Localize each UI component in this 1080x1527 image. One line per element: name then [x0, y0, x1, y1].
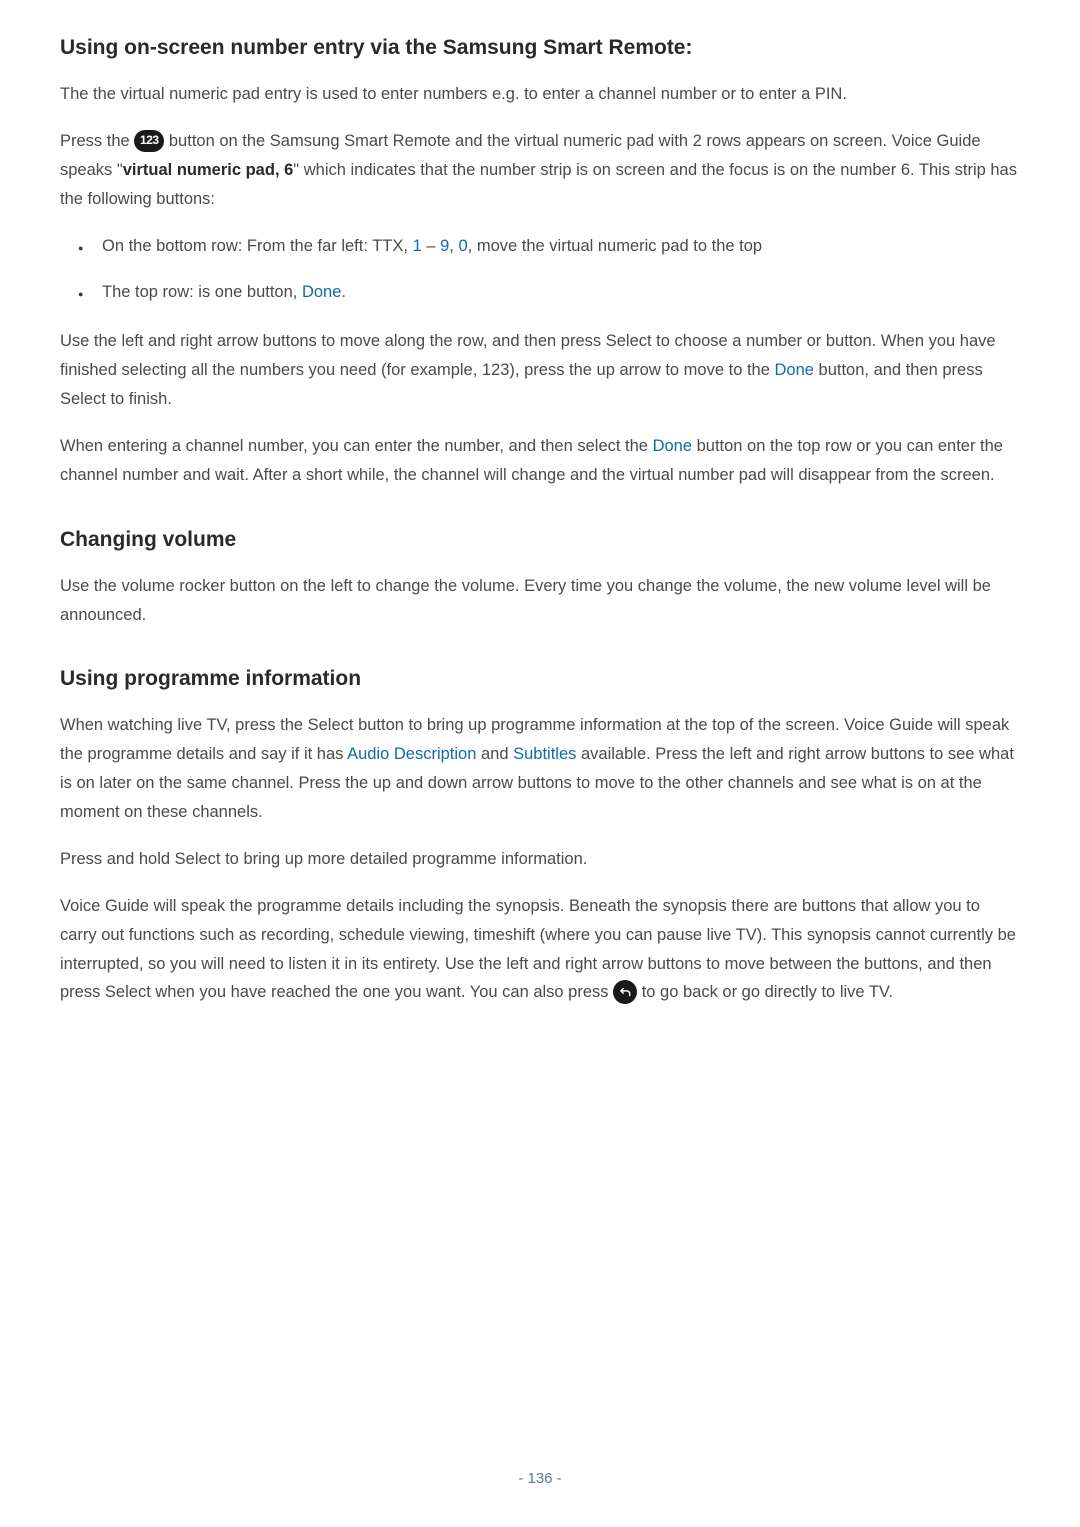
- section-heading-numeric-entry: Using on-screen number entry via the Sam…: [60, 36, 1020, 60]
- ui-label: 0: [458, 237, 467, 255]
- back-return-icon: [613, 980, 637, 1004]
- list-item: On the bottom row: From the far left: TT…: [102, 232, 1020, 261]
- ui-label: 1: [413, 237, 422, 255]
- text: On the bottom row: From the far left: TT…: [102, 237, 413, 255]
- paragraph: Use the left and right arrow buttons to …: [60, 327, 1020, 414]
- text: to go back or go directly to live TV.: [637, 983, 893, 1001]
- bold-text: virtual numeric pad, 6: [123, 161, 294, 179]
- list-item: The top row: is one button, Done.: [102, 278, 1020, 307]
- ui-label: Done: [774, 361, 813, 379]
- paragraph: Press and hold Select to bring up more d…: [60, 845, 1020, 874]
- ui-label: Done: [302, 283, 341, 301]
- paragraph: When watching live TV, press the Select …: [60, 711, 1020, 827]
- text: and: [476, 745, 513, 763]
- paragraph: When entering a channel number, you can …: [60, 432, 1020, 490]
- ui-label: 9: [440, 237, 449, 255]
- text: , move the virtual numeric pad to the to…: [468, 237, 762, 255]
- text: Press the: [60, 132, 134, 150]
- ui-label: Subtitles: [513, 745, 576, 763]
- page-number: - 136 -: [0, 1470, 1080, 1487]
- bullet-list: On the bottom row: From the far left: TT…: [60, 232, 1020, 308]
- section-heading-volume: Changing volume: [60, 528, 1020, 552]
- number-pad-123-icon: 123: [134, 130, 164, 152]
- paragraph: Voice Guide will speak the programme det…: [60, 892, 1020, 1008]
- paragraph: The the virtual numeric pad entry is use…: [60, 80, 1020, 109]
- text: The top row: is one button,: [102, 283, 302, 301]
- ui-label: Done: [653, 437, 692, 455]
- paragraph: Use the volume rocker button on the left…: [60, 572, 1020, 630]
- text: –: [422, 237, 440, 255]
- paragraph: Press the 123 button on the Samsung Smar…: [60, 127, 1020, 214]
- text: When entering a channel number, you can …: [60, 437, 653, 455]
- ui-label: Audio Description: [347, 745, 476, 763]
- text: .: [341, 283, 346, 301]
- section-heading-programme-info: Using programme information: [60, 667, 1020, 691]
